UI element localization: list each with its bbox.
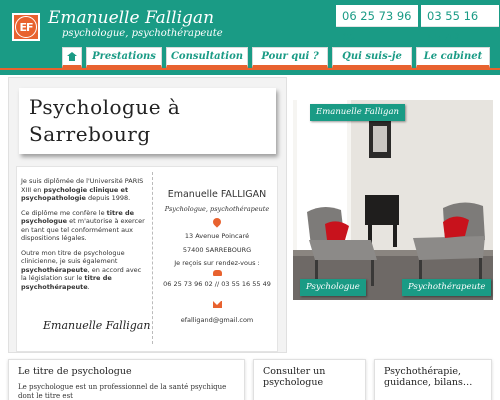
- contact-name: Emanuelle FALLIGAN: [167, 189, 267, 200]
- photo-badge-name: Emanuelle Falligan: [310, 104, 406, 121]
- card-title: Le titre de psychologue: [18, 366, 132, 377]
- photo-badge-psychologue[interactable]: Psychologue: [300, 279, 366, 296]
- card-title: Consulter un psychologue: [263, 366, 326, 388]
- signature: Emanuelle Falligan: [43, 319, 151, 332]
- contact-email[interactable]: efalligand@gmail.com: [155, 316, 279, 324]
- page-title-card: Psychologue à Sarrebourg: [19, 88, 276, 154]
- page-title-line-2: Sarrebourg: [29, 122, 151, 146]
- office-photo-image: [293, 100, 493, 300]
- intro-panel: Psychologue à Sarrebourg Je suis diplômé…: [8, 77, 287, 353]
- tab-le-cabinet[interactable]: Le cabinet: [416, 47, 490, 68]
- site-header: EF Emanuelle Falligan psychologue, psych…: [0, 0, 500, 75]
- contact-appointment-note: Je reçois sur rendez-vous :: [174, 259, 260, 267]
- phone-icon: [213, 270, 222, 276]
- mail-icon: [213, 301, 222, 308]
- tab-pour-qui[interactable]: Pour qui ?: [252, 47, 328, 68]
- brand-name[interactable]: Emanuelle Falligan: [48, 8, 214, 28]
- card-text: Le psychologue est un professionnel de l…: [18, 383, 227, 400]
- card-titre-psychologue[interactable]: Le titre de psychologue Le psychologue e…: [8, 359, 245, 400]
- main-nav: Prestations Consultation Pour qui ? Qui …: [0, 47, 500, 69]
- intro-card: Je suis diplômée de l'Université PARIS X…: [16, 166, 278, 352]
- contact-phones[interactable]: 06 25 73 96 02 // 03 55 16 55 49: [155, 280, 279, 288]
- column-divider: [152, 172, 153, 344]
- nav-divider: [0, 68, 500, 70]
- contact-address-city: 57400 SARREBOURG: [182, 246, 252, 254]
- tab-home[interactable]: [62, 47, 82, 68]
- card-consulter-psychologue[interactable]: Consulter un psychologue: [253, 359, 366, 400]
- bio-paragraph-2: Ce diplôme me confère le titre de psycho…: [21, 208, 145, 243]
- contact-address-street: 13 Avenue Poincaré: [184, 232, 250, 240]
- office-photo: [293, 100, 493, 300]
- tab-qui-suis-je[interactable]: Qui suis-je: [332, 47, 412, 68]
- logo-mark: EF: [15, 16, 37, 38]
- bio-paragraph-1: Je suis diplômée de l'Université PARIS X…: [21, 177, 144, 202]
- phone-number-landline[interactable]: 03 55 16 55 49: [421, 5, 499, 45]
- contact-role: Psychologue, psychothérapeute: [164, 205, 270, 213]
- page-title-line-1: Psychologue à: [29, 95, 181, 119]
- card-psychotherapie[interactable]: Psychothérapie, guidance, bilans…: [374, 359, 492, 400]
- home-icon: [67, 52, 77, 61]
- photo-badge-psychotherapeute[interactable]: Psychothérapeute: [402, 279, 492, 296]
- bio-paragraph-3: Outre mon titre de psychologue clinicien…: [21, 248, 142, 291]
- tab-prestations[interactable]: Prestations: [86, 47, 162, 68]
- tab-consultation[interactable]: Consultation: [166, 47, 248, 68]
- phone-number-mobile[interactable]: 06 25 73 96 02: [336, 5, 418, 45]
- brand-subtitle: psychologue, psychothérapeute: [62, 28, 223, 39]
- logo[interactable]: EF: [12, 13, 40, 41]
- location-pin-icon: [211, 216, 223, 228]
- card-title: Psychothérapie, guidance, bilans…: [384, 366, 473, 388]
- bio-text: Je suis diplômée de l'Université PARIS X…: [21, 177, 149, 297]
